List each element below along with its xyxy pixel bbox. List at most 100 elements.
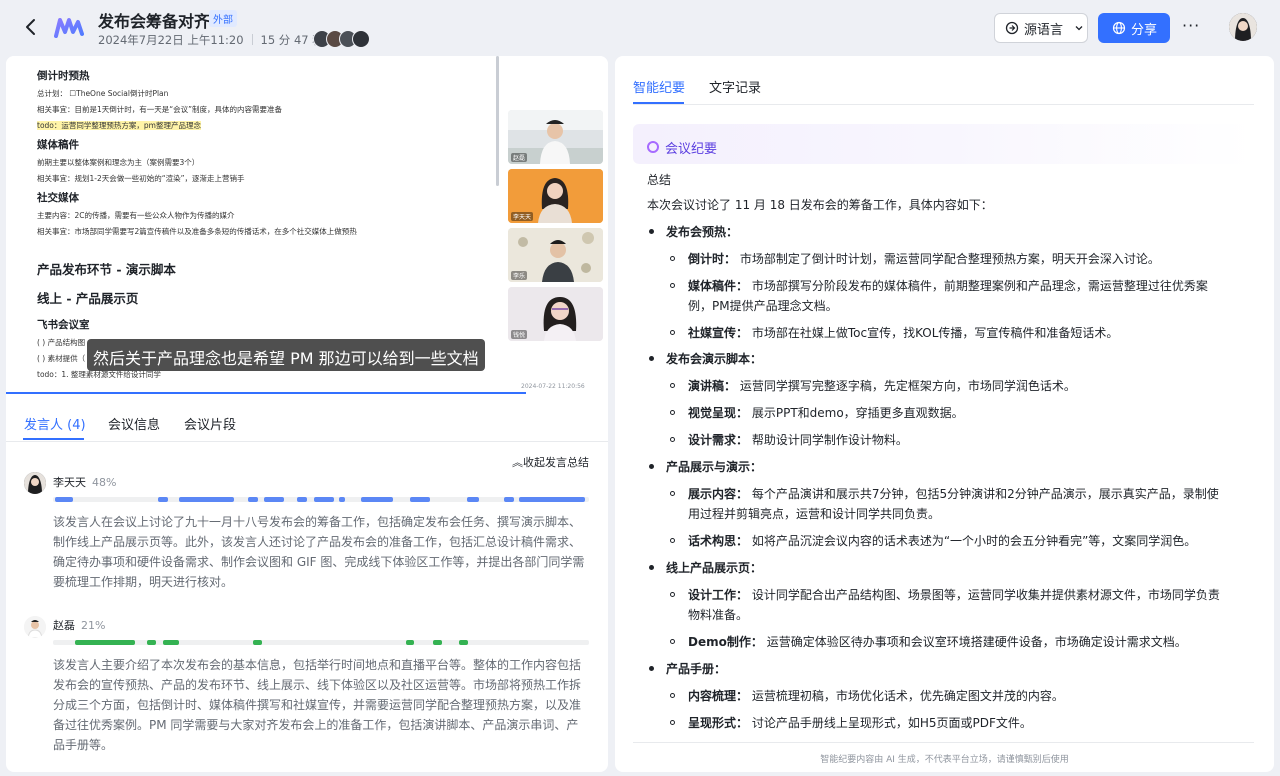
tab-meeting-clips[interactable]: 会议片段 — [184, 414, 236, 433]
video-player[interactable]: 倒计时预热 总计划： ☐TheOne Social倒计时Plan 相关事宜：目前… — [6, 56, 608, 396]
section-title: 发布会演示脚本： — [666, 352, 763, 366]
tab-smart-minutes[interactable]: 智能纪要 — [633, 77, 685, 96]
doc-line: todo：运营同学整理预热方案，pm整理产品理念 — [37, 121, 201, 130]
timeline-segment[interactable] — [433, 640, 442, 645]
item-text: 市场部撰写分阶段发布的媒体稿件，前期整理案例和产品理念，需运营整理过往优秀案例，… — [688, 279, 1208, 313]
doc-scrollbar[interactable] — [496, 56, 499, 186]
participant-video[interactable]: 赵磊 — [508, 110, 603, 164]
bullet — [670, 410, 675, 415]
user-avatar[interactable] — [1229, 13, 1257, 41]
minutes-item: 设计需求： 帮助设计同学制作设计物料。 — [688, 430, 1228, 450]
minutes-item: 设计工作： 设计同学配合出产品结构图、场景图等，运营同学收集并提供素材源文件，市… — [688, 585, 1228, 625]
bullet — [670, 639, 675, 644]
collapse-summary-button[interactable]: ︽收起发言总结 — [512, 454, 589, 470]
timeline-segment[interactable] — [147, 640, 156, 645]
speaker-timeline[interactable] — [53, 497, 589, 502]
live-caption: 然后关于产品理念也是希望 PM 那边可以给到一些文档 — [87, 339, 485, 371]
bullet — [670, 720, 675, 725]
timeline-segment[interactable] — [361, 497, 393, 502]
doc-line: 总计划： ☐TheOne Social倒计时Plan — [37, 89, 169, 98]
source-language-dropdown[interactable]: 源语言 — [994, 13, 1088, 43]
item-label: 展示内容： — [688, 487, 749, 501]
tab-speakers[interactable]: 发言人 (4) — [24, 414, 86, 433]
doc-heading: 社交媒体 — [37, 192, 79, 204]
timeline-segment[interactable] — [264, 497, 284, 502]
timeline-segment[interactable] — [75, 640, 135, 645]
participant-video[interactable]: 李乐 — [508, 228, 603, 282]
timeline-segment[interactable] — [158, 497, 168, 502]
section-title: 产品展示与演示： — [666, 460, 763, 474]
doc-heading: 飞书会议室 — [37, 319, 90, 331]
bullet — [649, 464, 654, 469]
timeline-segment[interactable] — [410, 497, 430, 502]
bullet — [649, 666, 654, 671]
video-timestamp: 2024-07-22 11:20:56 — [521, 383, 585, 390]
chevron-up-icon: ︽ — [512, 456, 523, 469]
timeline-segment[interactable] — [297, 497, 307, 502]
timeline-segment[interactable] — [406, 640, 414, 645]
avatar — [352, 30, 370, 48]
source-language-label: 源语言 — [1024, 22, 1064, 38]
participant-video[interactable]: 钱悦 — [508, 287, 603, 341]
speaker-timeline[interactable] — [53, 640, 589, 645]
timeline-segment[interactable] — [253, 640, 262, 645]
speaker-name[interactable]: 李天天 48% — [53, 474, 116, 490]
divider — [633, 104, 1254, 105]
doc-heading: 产品发布环节 - 演示脚本 — [37, 262, 176, 277]
speaker-name-text: 李天天 — [53, 476, 86, 489]
summary-intro: 本次会议讨论了 11 月 18 日发布会的筹备工作，具体内容如下： — [647, 198, 993, 212]
timeline-segment[interactable] — [163, 640, 179, 645]
minutes-item: 演讲稿： 运营同学撰写完整逐字稿，先定框架方向，市场同学润色话术。 — [688, 376, 1228, 396]
timeline-segment[interactable] — [519, 497, 585, 502]
timeline-segment[interactable] — [467, 497, 479, 502]
bullet — [670, 256, 675, 261]
item-label: 媒体稿件： — [688, 279, 749, 293]
timeline-segment[interactable] — [459, 640, 468, 645]
item-label: 倒计时： — [688, 252, 737, 266]
share-label: 分享 — [1131, 22, 1158, 38]
section-title: 线上产品展示页： — [666, 561, 763, 575]
timeline-segment[interactable] — [314, 497, 334, 502]
timeline-segment[interactable] — [55, 497, 73, 502]
item-label: 话术构思： — [688, 534, 749, 548]
item-label: 视觉呈现： — [688, 406, 749, 420]
left-tabs: 发言人 (4) 会议信息 会议片段 — [6, 404, 608, 442]
bullet — [670, 330, 675, 335]
item-text: 每个产品演讲和展示共7分钟，包括5分钟演讲和2分钟产品演示，展示真实产品，录制使… — [688, 487, 1219, 521]
item-label: 设计需求： — [688, 433, 749, 447]
speaker-name[interactable]: 赵磊 21% — [53, 617, 105, 633]
share-button[interactable]: 分享 — [1098, 13, 1170, 43]
left-panel: 倒计时预热 总计划： ☐TheOne Social倒计时Plan 相关事宜：目前… — [6, 56, 608, 772]
translate-icon — [1005, 21, 1019, 35]
ai-disclaimer: 智能纪要内容由 AI 生成，不代表平台立场，请谨慎甄别后使用 — [820, 755, 1069, 765]
doc-heading: 线上 - 产品展示页 — [37, 291, 139, 306]
video-progress-bar[interactable] — [6, 392, 526, 394]
minutes-item: 倒计时： 市场部制定了倒计时计划，需运营同学配合整理预热方案，明天开会深入讨论。 — [688, 249, 1228, 269]
tab-indicator — [23, 438, 84, 440]
minutes-item: Demo制作： 运营确定体验区待办事项和会议室环境搭建硬件设备，市场确定设计需求… — [688, 632, 1228, 652]
item-label: 设计工作： — [688, 588, 749, 602]
participant-video[interactable]: 李天天 — [508, 169, 603, 223]
timeline-segment[interactable] — [504, 497, 514, 502]
timeline-segment[interactable] — [339, 497, 345, 502]
tab-transcript[interactable]: 文字记录 — [709, 77, 761, 96]
meeting-title: 发布会筹备对齐 — [98, 12, 211, 31]
item-text: 讨论产品手册线上呈现形式，如H5页面或PDF文件。 — [751, 716, 1032, 730]
app-logo-icon — [54, 18, 84, 38]
item-label: 呈现形式： — [688, 716, 749, 730]
summary-heading: 总结 — [647, 173, 672, 187]
participant-name: 李天天 — [511, 212, 534, 221]
bullet — [649, 356, 654, 361]
participant-name: 钱悦 — [511, 330, 528, 339]
back-arrow-icon[interactable] — [20, 16, 42, 38]
bullet — [649, 229, 654, 234]
tab-meeting-info[interactable]: 会议信息 — [108, 414, 160, 433]
chevron-down-icon — [1075, 26, 1083, 31]
item-text: 运营梳理初稿，市场优化话术，优先确定图文并茂的内容。 — [751, 689, 1064, 703]
more-options-icon[interactable]: ··· — [1182, 16, 1202, 38]
timeline-segment[interactable] — [179, 497, 234, 502]
section-title: 产品手册： — [666, 662, 727, 676]
timeline-segment[interactable] — [248, 497, 258, 502]
minutes-item: 视觉呈现： 展示PPT和demo，穿插更多直观数据。 — [688, 403, 1228, 423]
minutes-card-header — [633, 124, 1254, 164]
